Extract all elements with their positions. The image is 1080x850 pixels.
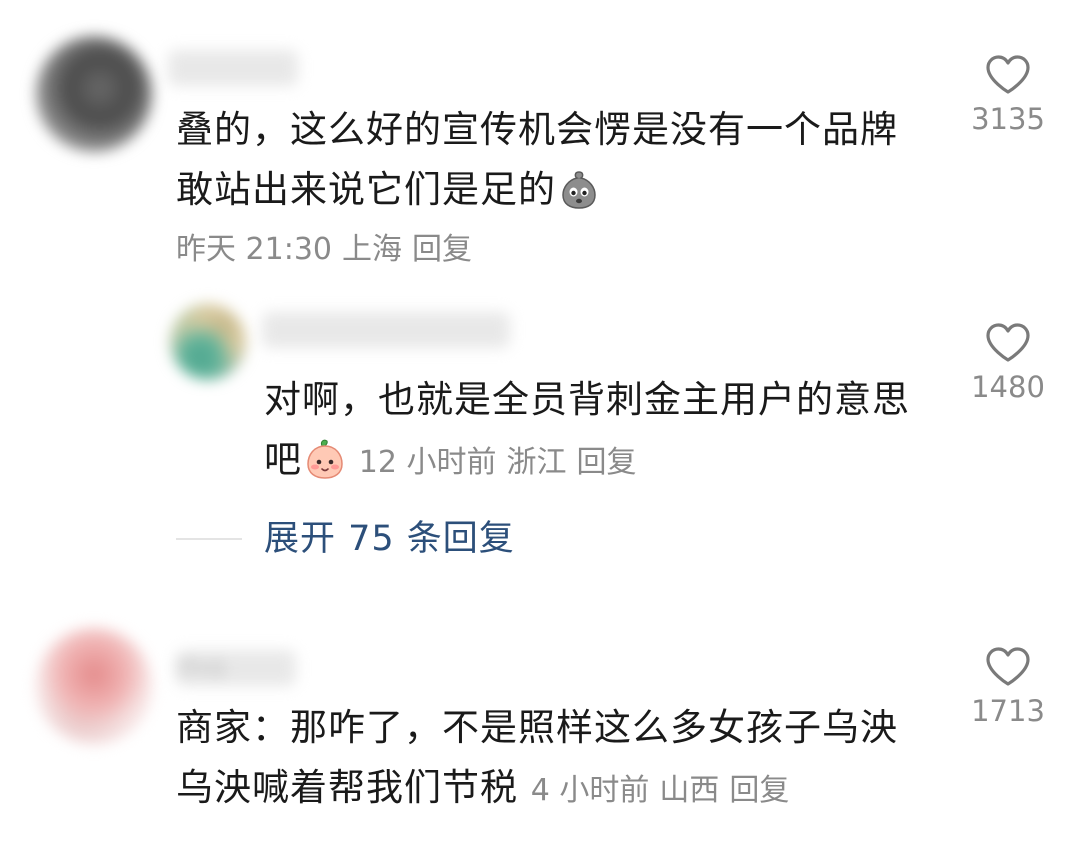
comment-location: 上海 (342, 232, 402, 267)
avatar[interactable] (170, 304, 246, 380)
like-button[interactable]: 1480 (963, 322, 1053, 404)
reply-button[interactable]: 回复 (412, 232, 472, 267)
comment-text-line: 乌泱喊着帮我们节税 4 小时前 山西 回复 (176, 758, 898, 821)
comment-meta: 4 小时前 山西 回复 (531, 773, 800, 808)
comment-text-line: 叠的，这么好的宣传机会愣是没有一个品牌 (176, 108, 898, 151)
reply-text: 对啊，也就是全员背刺金主用户的意思 吧 12 小时前 浙江 回复 (264, 370, 910, 493)
comment-time: 4 小时前 (530, 773, 650, 808)
reply-text-line: 对啊，也就是全员背刺金主用户的意思 (264, 378, 910, 421)
reply-button[interactable]: 回复 (576, 445, 636, 480)
username-blurred[interactable] (168, 50, 298, 86)
like-count: 1480 (971, 370, 1045, 404)
peach-face-emoji (307, 439, 343, 479)
avatar[interactable] (36, 628, 152, 744)
reply-text-line: 吧 12 小时前 浙江 回复 (264, 430, 910, 493)
reply-button[interactable]: 回复 (729, 773, 789, 808)
comment-text: 商家：那咋了，不是照样这么多女孩子乌泱 乌泱喊着帮我们节税 4 小时前 山西 回复 (176, 698, 898, 821)
heart-icon[interactable] (985, 54, 1031, 96)
heart-icon[interactable] (985, 322, 1031, 364)
expand-replies-link[interactable]: 展开 75 条回复 (264, 514, 515, 564)
comment-location: 山西 (659, 773, 720, 808)
comment-text: 叠的，这么好的宣传机会愣是没有一个品牌 敢站出来说它们是足的 昨天 21:30 上… (176, 100, 898, 280)
like-count: 1713 (971, 694, 1045, 728)
heart-icon[interactable] (985, 646, 1031, 688)
reply-meta: 12 小时前 浙江 回复 (359, 445, 647, 480)
comment-text-line: 商家：那咋了，不是照样这么多女孩子乌泱 (176, 706, 898, 749)
expand-divider (176, 538, 242, 540)
username-blurred[interactable]: mo (176, 650, 296, 686)
like-button[interactable]: 3135 (963, 54, 1053, 136)
like-button[interactable]: 1713 (963, 646, 1053, 728)
comment-text-line: 敢站出来说它们是足的 (176, 160, 898, 220)
username-blurred[interactable] (262, 312, 510, 348)
like-count: 3135 (971, 102, 1045, 136)
reply-location: 浙江 (506, 445, 567, 480)
avatar[interactable] (36, 36, 152, 152)
worried-sack-emoji (562, 171, 596, 209)
reply-time: 12 小时前 (358, 445, 497, 480)
comment-time: 昨天 21:30 (176, 232, 332, 267)
comment-meta: 昨天 21:30 上海 回复 (176, 220, 898, 280)
